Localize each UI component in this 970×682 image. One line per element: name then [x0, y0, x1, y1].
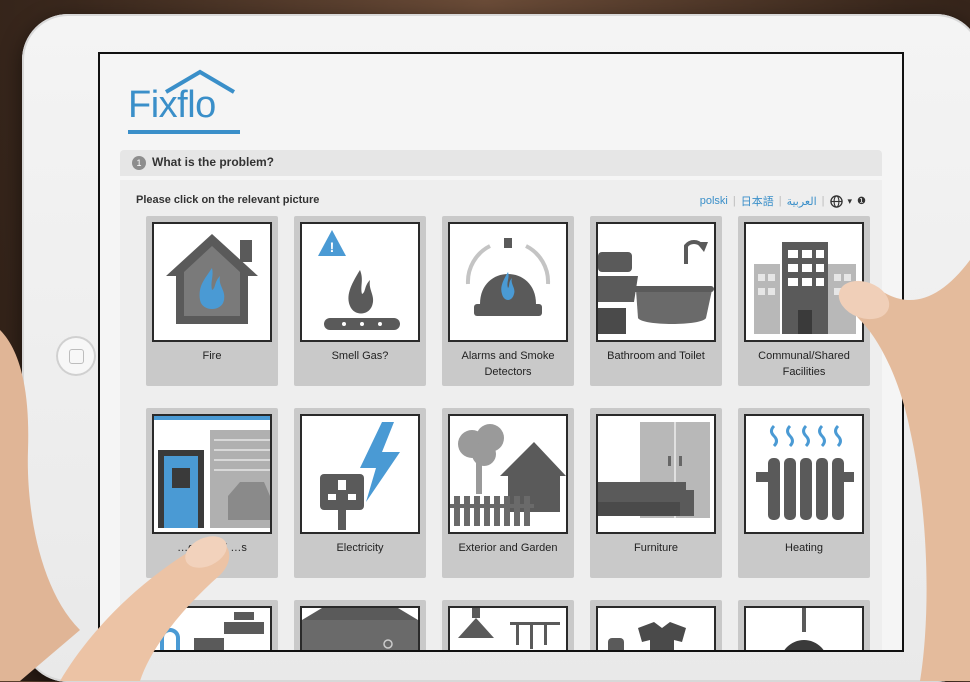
tile-kitchen[interactable]	[442, 600, 574, 650]
divider: |	[821, 195, 825, 207]
logo-underline	[128, 130, 240, 134]
bathroom-icon	[596, 222, 716, 342]
left-hand	[0, 330, 230, 681]
info-icon[interactable]: ❶	[857, 196, 866, 207]
garden-icon	[448, 414, 568, 534]
gas-flame-icon: !	[300, 222, 420, 342]
instruction-bar: Please click on the relevant picture pol…	[120, 190, 882, 212]
lang-polish[interactable]: polski	[700, 195, 728, 207]
step-header: 1 What is the problem?	[120, 150, 882, 176]
divider: |	[732, 195, 736, 207]
house-fire-icon	[152, 222, 272, 342]
boiler-icon	[300, 606, 420, 650]
globe-icon[interactable]	[829, 194, 843, 208]
tile-label: Alarms and Smoke Detectors	[461, 350, 555, 378]
tile-label: Exterior and Garden	[458, 542, 558, 554]
step-title: What is the problem?	[152, 155, 275, 169]
logo-text: Fixflo	[128, 84, 216, 126]
step-number-badge: 1	[132, 156, 146, 170]
tile-electricity[interactable]: Electricity	[294, 408, 426, 578]
alarm-bell-icon	[448, 222, 568, 342]
right-hand	[838, 260, 970, 681]
electricity-icon	[300, 414, 420, 534]
tile-laundry[interactable]	[590, 600, 722, 650]
tile-exterior-garden[interactable]: Exterior and Garden	[442, 408, 574, 578]
tile-furniture[interactable]: Furniture	[590, 408, 722, 578]
kitchen-icon	[448, 606, 568, 650]
tile-label: Bathroom and Toilet	[607, 350, 705, 362]
svg-text:!: !	[330, 239, 335, 255]
divider: |	[778, 195, 782, 207]
laundry-icon	[596, 606, 716, 650]
lang-arabic[interactable]: العربية	[787, 195, 817, 208]
lang-japanese[interactable]: 日本語	[741, 193, 774, 209]
tile-bathroom[interactable]: Bathroom and Toilet	[590, 216, 722, 386]
tile-alarms[interactable]: Alarms and Smoke Detectors	[442, 216, 574, 386]
tile-smell-gas[interactable]: ! Smell Gas?	[294, 216, 426, 386]
tile-boiler[interactable]	[294, 600, 426, 650]
tile-label: Smell Gas?	[331, 350, 389, 362]
language-selector: polski | 日本語 | العربية | ▾ ❶	[700, 193, 866, 209]
tile-label: Electricity	[336, 542, 384, 554]
instruction-text: Please click on the relevant picture	[136, 194, 320, 206]
fixflo-logo[interactable]: Fixflo	[128, 68, 240, 134]
furniture-icon	[596, 414, 716, 534]
chevron-down-icon[interactable]: ▾	[848, 196, 853, 207]
tile-label: Furniture	[633, 542, 679, 554]
